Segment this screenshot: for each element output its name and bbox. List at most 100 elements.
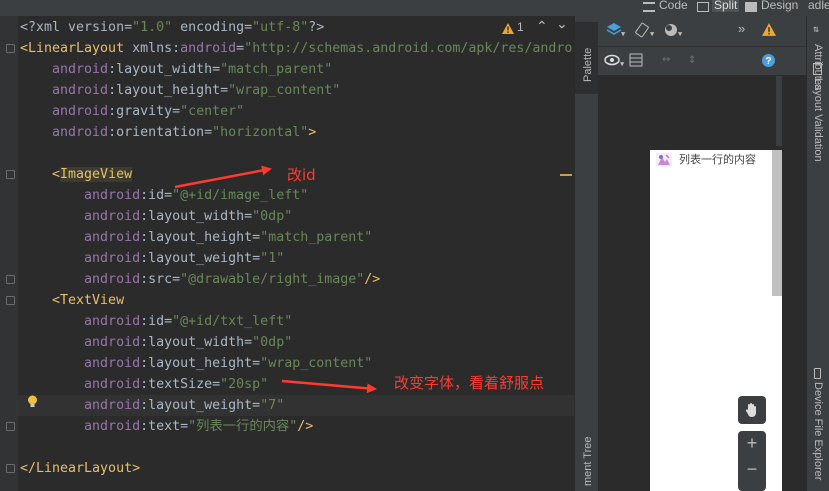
code-line: android:gravity="center": [20, 101, 244, 122]
device-icon: [814, 368, 821, 379]
editor-gutter[interactable]: [0, 16, 18, 491]
right-tool-strip: ⇅ Attributes Layout Validation Device Fi…: [806, 16, 829, 491]
code-token: :gravity=: [108, 104, 181, 119]
code-token: :layout_width=: [140, 335, 253, 350]
pan-button[interactable]: [738, 396, 766, 424]
fold-icon[interactable]: [6, 170, 15, 179]
code-line: android:textSize="20sp": [20, 374, 268, 395]
more-icon[interactable]: »: [738, 21, 745, 36]
fold-icon[interactable]: [6, 464, 15, 473]
preview-scrollbar[interactable]: [772, 150, 782, 296]
xml-code-editor[interactable]: <?xml version="1.0" encoding="utf-8"?> <L…: [18, 16, 574, 491]
attributes-icon: ⇅: [813, 24, 820, 35]
code-token: android: [20, 251, 141, 266]
device-file-explorer-tab-label[interactable]: Device File Explorer: [812, 382, 824, 480]
code-token: "1": [260, 251, 285, 266]
layout-validation-icon: [813, 63, 822, 75]
warning-count: 1: [517, 20, 524, 34]
code-token: android: [20, 335, 141, 350]
code-token: />: [364, 272, 381, 287]
chevron-down-icon[interactable]: ▼: [620, 60, 624, 68]
code-token: android: [20, 83, 109, 98]
code-line: android:layout_height="match_parent": [20, 227, 372, 248]
zoom-in-button[interactable]: +: [738, 433, 766, 454]
code-line: android:id="@+id/image_left": [20, 185, 308, 206]
code-token: <?xml version=: [20, 20, 133, 35]
fold-icon[interactable]: [6, 44, 15, 53]
code-token: :id=: [140, 188, 173, 203]
zoom-controls: + −: [738, 431, 766, 491]
code-token: "wrap_content": [228, 83, 341, 98]
warning-icon: [502, 23, 514, 34]
code-token: :orientation=: [108, 125, 213, 140]
design-mode-icon[interactable]: [745, 2, 757, 12]
code-mode-button[interactable]: Code: [659, 0, 688, 12]
chevron-down-icon[interactable]: ▼: [678, 30, 682, 38]
layout-validation-tab-label[interactable]: Layout Validation: [812, 78, 824, 162]
zoom-out-button[interactable]: −: [738, 459, 766, 480]
code-token: ImageView: [60, 167, 133, 182]
eye-icon[interactable]: [604, 54, 620, 66]
code-token: "match_parent": [220, 62, 333, 77]
code-token: "1.0": [132, 20, 173, 35]
code-token: :textSize=: [140, 377, 221, 392]
vertical-resize-icon[interactable]: ↕: [688, 51, 696, 67]
design-scrollbar-track[interactable]: [776, 76, 782, 146]
horizontal-resize-icon[interactable]: ↔: [662, 51, 670, 67]
gradle-tab[interactable]: adle: [808, 0, 829, 12]
fold-icon[interactable]: [6, 296, 15, 305]
top-toolbar: Code Split Design adle: [0, 0, 829, 16]
code-line: android:orientation="horizontal">: [20, 122, 316, 143]
chevron-down-icon[interactable]: ▼: [650, 30, 654, 38]
annotation-change-id: 改id: [287, 166, 316, 184]
code-token: "列表一行的内容": [188, 419, 298, 434]
split-mode-icon[interactable]: [697, 2, 709, 12]
code-token: <: [20, 167, 61, 182]
code-token: >: [308, 125, 317, 140]
theme-icon[interactable]: [663, 22, 679, 38]
layers-icon[interactable]: [606, 22, 622, 38]
code-token: :layout_height=: [140, 356, 261, 371]
code-token: "0dp": [252, 335, 293, 350]
code-token: :text=: [140, 419, 189, 434]
split-mode-button[interactable]: Split: [712, 0, 740, 12]
code-line: android:text="列表一行的内容"/>: [20, 416, 313, 437]
code-token: android: [20, 356, 141, 371]
chevron-down-icon[interactable]: ▼: [621, 30, 625, 38]
code-token: "center": [180, 104, 245, 119]
fold-icon[interactable]: [6, 275, 15, 284]
lightbulb-icon[interactable]: [27, 395, 38, 408]
code-mode-icon[interactable]: [643, 2, 655, 12]
code-line: android:layout_width="match_parent": [20, 59, 332, 80]
orientation-icon[interactable]: [634, 22, 650, 38]
help-icon[interactable]: ?: [762, 54, 775, 67]
palette-tab-label[interactable]: Palette: [582, 48, 594, 82]
chevron-down-icon[interactable]: ⌃: [556, 14, 568, 31]
grid-icon[interactable]: [629, 53, 643, 67]
code-token: "@drawable/right_image": [180, 272, 365, 287]
component-tree-tab-label[interactable]: ment Tree: [582, 436, 594, 486]
left-tool-strip: Palette ment Tree: [574, 16, 599, 491]
code-token: encoding=: [172, 20, 253, 35]
code-token: :layout_height=: [140, 230, 261, 245]
code-line: android:layout_width="0dp": [20, 206, 292, 227]
code-token: ?>: [308, 20, 325, 35]
chevron-up-icon[interactable]: ⌃: [536, 18, 548, 35]
warning-icon[interactable]: [762, 23, 776, 36]
code-line: android:layout_height="wrap_content": [20, 353, 372, 374]
code-token: "@+id/image_left": [172, 188, 309, 203]
svg-text:?: ?: [765, 56, 771, 67]
code-token: =: [236, 41, 245, 56]
code-token: <LinearLayout: [20, 41, 133, 56]
code-token: :layout_height=: [108, 83, 229, 98]
preview-image-thumbnail: [656, 153, 672, 167]
fold-icon[interactable]: [6, 422, 15, 431]
code-token: </LinearLayout>: [20, 461, 141, 476]
code-token: android: [20, 314, 141, 329]
code-line: <ImageView: [20, 164, 133, 185]
code-token: android: [20, 104, 109, 119]
design-mode-button[interactable]: Design: [761, 0, 798, 12]
code-line: </LinearLayout>: [20, 458, 140, 479]
code-line: android:id="@+id/txt_left": [20, 311, 292, 332]
code-token: android: [20, 377, 141, 392]
